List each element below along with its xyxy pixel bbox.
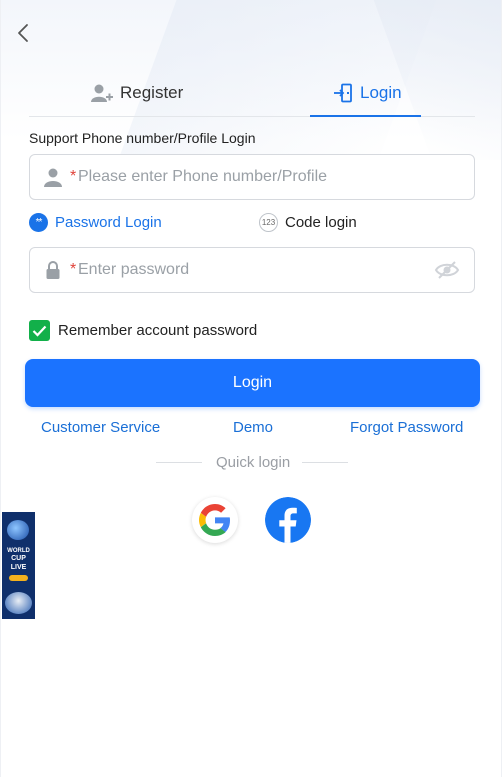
demo-link[interactable]: Demo [233, 419, 273, 436]
auth-tabs: Register Login [29, 70, 475, 117]
code-login-label: Code login [285, 214, 357, 231]
remember-password-checkbox[interactable]: Remember account password [29, 320, 257, 341]
chevron-left-icon[interactable] [13, 22, 35, 44]
banner-text: CUP [11, 555, 26, 562]
user-icon [44, 168, 62, 187]
google-icon [199, 504, 230, 536]
world-cup-live-banner[interactable]: WORLD CUP LIVE [2, 512, 35, 619]
required-mark: * [70, 168, 77, 185]
password-login-label: Password Login [55, 214, 162, 231]
banner-text: LIVE [10, 564, 27, 571]
football-icon [5, 592, 32, 614]
banner-button [9, 575, 28, 581]
quick-login-label: Quick login [216, 454, 291, 471]
trophy-icon [7, 520, 29, 540]
code-mode-icon: 123 [259, 213, 278, 232]
password-input[interactable] [78, 257, 448, 283]
phone-field[interactable]: * [29, 154, 475, 200]
tab-login-label: Login [360, 83, 402, 102]
forgot-password-link[interactable]: Forgot Password [350, 419, 463, 436]
checkbox-checked-icon[interactable] [29, 320, 50, 341]
password-login-option[interactable]: ** Password Login [29, 213, 162, 232]
code-login-option[interactable]: 123 Code login [259, 213, 357, 232]
phone-input[interactable] [78, 164, 448, 190]
facebook-login-button[interactable] [265, 497, 311, 543]
password-field[interactable]: * [29, 247, 475, 293]
google-login-button[interactable] [192, 497, 238, 543]
tab-register[interactable]: Register [91, 70, 183, 116]
login-hint: Support Phone number/Profile Login [29, 130, 256, 146]
login-button[interactable]: Login [25, 359, 480, 407]
required-mark: * [70, 261, 77, 278]
divider [302, 462, 348, 463]
active-tab-indicator [310, 115, 421, 117]
login-door-icon [334, 83, 352, 103]
divider [156, 462, 202, 463]
login-page: Register Login Support Phone number/Prof… [0, 0, 502, 777]
tab-login[interactable]: Login [333, 70, 402, 116]
banner-text: WORLD [7, 548, 30, 554]
customer-service-link[interactable]: Customer Service [41, 419, 160, 436]
lock-icon [46, 261, 60, 279]
remember-label: Remember account password [58, 322, 258, 339]
tab-register-label: Register [120, 83, 184, 102]
password-mode-icon: ** [29, 213, 48, 232]
user-add-icon [91, 84, 113, 102]
eye-off-icon[interactable] [434, 260, 460, 280]
